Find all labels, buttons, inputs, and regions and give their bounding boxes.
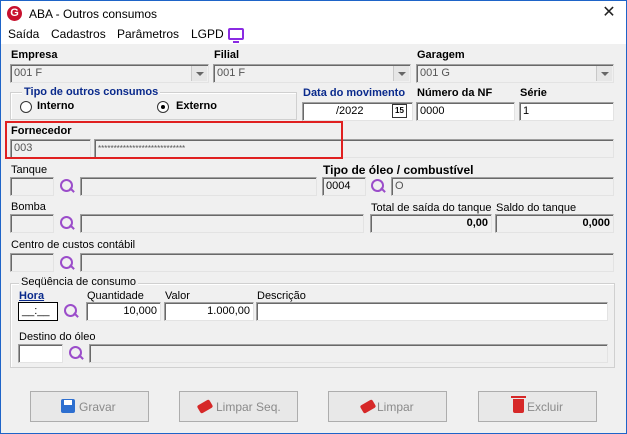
eraser-icon	[359, 399, 377, 414]
tanque-name-field	[80, 177, 317, 196]
title-bar: G ABA - Outros consumos ✕	[0, 0, 627, 26]
eraser-icon	[196, 399, 214, 414]
quantidade-label: Quantidade	[87, 290, 144, 302]
lgpd-monitor-icon[interactable]	[228, 28, 244, 43]
data-movimento-value: /2022	[336, 105, 364, 117]
search-icon[interactable]	[59, 255, 75, 271]
garagem-combo[interactable]: 001 G	[416, 64, 614, 83]
numero-nf-field[interactable]: 0000	[416, 102, 515, 121]
limpar-seq-label: Limpar Seq.	[216, 400, 281, 414]
excluir-label: Excluir	[527, 400, 564, 414]
limpar-button[interactable]: Limpar	[328, 391, 447, 422]
tipo-outros-label: Tipo de outros consumos	[22, 86, 161, 98]
hora-label: Hora	[19, 290, 45, 302]
centro-custos-code-field[interactable]	[10, 253, 54, 272]
destino-oleo-code-field[interactable]	[18, 344, 63, 363]
tipo-oleo-code-field[interactable]: 0004	[322, 177, 366, 196]
centro-custos-name-field	[80, 253, 614, 272]
tanque-code-field[interactable]	[10, 177, 54, 196]
search-icon[interactable]	[59, 178, 75, 194]
radio-interno-label[interactable]: Interno	[37, 100, 74, 112]
limpar-seq-button[interactable]: Limpar Seq.	[179, 391, 298, 422]
descricao-label: Descrição	[257, 290, 306, 302]
chevron-down-icon[interactable]	[596, 66, 612, 81]
total-saida-label: Total de saída do tanque	[371, 202, 492, 214]
calendar-icon[interactable]: 15	[392, 104, 407, 118]
limpar-label: Limpar	[377, 400, 414, 414]
radio-externo-label[interactable]: Externo	[176, 100, 217, 112]
menu-item-parametros[interactable]: Parâmetros	[117, 27, 179, 41]
valor-field[interactable]: 1.000,00	[164, 302, 254, 321]
empresa-value: 001 F	[14, 67, 43, 79]
search-icon[interactable]	[63, 303, 79, 319]
window-title: ABA - Outros consumos	[29, 7, 158, 21]
excluir-button[interactable]: Excluir	[478, 391, 597, 422]
tanque-label: Tanque	[11, 164, 48, 176]
radio-interno[interactable]	[20, 101, 32, 113]
garagem-label: Garagem	[417, 49, 465, 61]
filial-value: 001 F	[217, 67, 246, 79]
gravar-button[interactable]: Gravar	[30, 391, 149, 422]
chevron-down-icon[interactable]	[393, 66, 409, 81]
bomba-code-field[interactable]	[10, 214, 54, 233]
destino-oleo-name-field	[89, 344, 608, 363]
menu-item-cadastros[interactable]: Cadastros	[51, 27, 106, 41]
filial-combo[interactable]: 001 F	[213, 64, 411, 83]
menu-bar: Saída Cadastros Parâmetros LGPD	[0, 26, 627, 44]
sequencia-label: Seqüência de consumo	[19, 276, 138, 288]
valor-label: Valor	[165, 290, 190, 302]
empresa-combo[interactable]: 001 F	[10, 64, 209, 83]
highlight-box	[5, 121, 343, 159]
data-movimento-label: Data do movimento	[303, 87, 406, 99]
menu-item-lgpd[interactable]: LGPD	[191, 27, 224, 41]
menu-item-saida[interactable]: Saída	[8, 27, 39, 41]
tipo-oleo-name-field: O	[391, 177, 614, 196]
descricao-field[interactable]	[256, 302, 608, 321]
hora-field[interactable]: __:__	[18, 302, 58, 321]
numero-nf-label: Número da NF	[417, 87, 493, 99]
radio-externo[interactable]	[157, 101, 169, 113]
saldo-tanque-field: 0,000	[495, 214, 614, 233]
tipo-oleo-label: Tipo de óleo / combustível	[323, 163, 474, 177]
trash-icon	[511, 396, 526, 413]
bomba-label: Bomba	[11, 201, 46, 213]
gravar-label: Gravar	[79, 400, 116, 414]
close-window-button[interactable]: ✕	[592, 1, 626, 26]
search-icon[interactable]	[59, 215, 75, 231]
serie-field[interactable]: 1	[519, 102, 614, 121]
empresa-label: Empresa	[11, 49, 58, 61]
total-saida-field: 0,00	[370, 214, 492, 233]
save-disk-icon	[61, 399, 75, 413]
app-logo-icon: G	[7, 6, 22, 21]
bomba-name-field	[80, 214, 364, 233]
search-icon[interactable]	[370, 178, 386, 194]
saldo-tanque-label: Saldo do tanque	[496, 202, 577, 214]
filial-label: Filial	[214, 49, 240, 61]
destino-oleo-label: Destino do óleo	[19, 331, 96, 343]
search-icon[interactable]	[68, 345, 84, 361]
garagem-value: 001 G	[420, 67, 450, 79]
serie-label: Série	[520, 87, 547, 99]
quantidade-field[interactable]: 10,000	[86, 302, 161, 321]
chevron-down-icon[interactable]	[191, 66, 207, 81]
centro-custos-label: Centro de custos contábil	[11, 239, 136, 251]
